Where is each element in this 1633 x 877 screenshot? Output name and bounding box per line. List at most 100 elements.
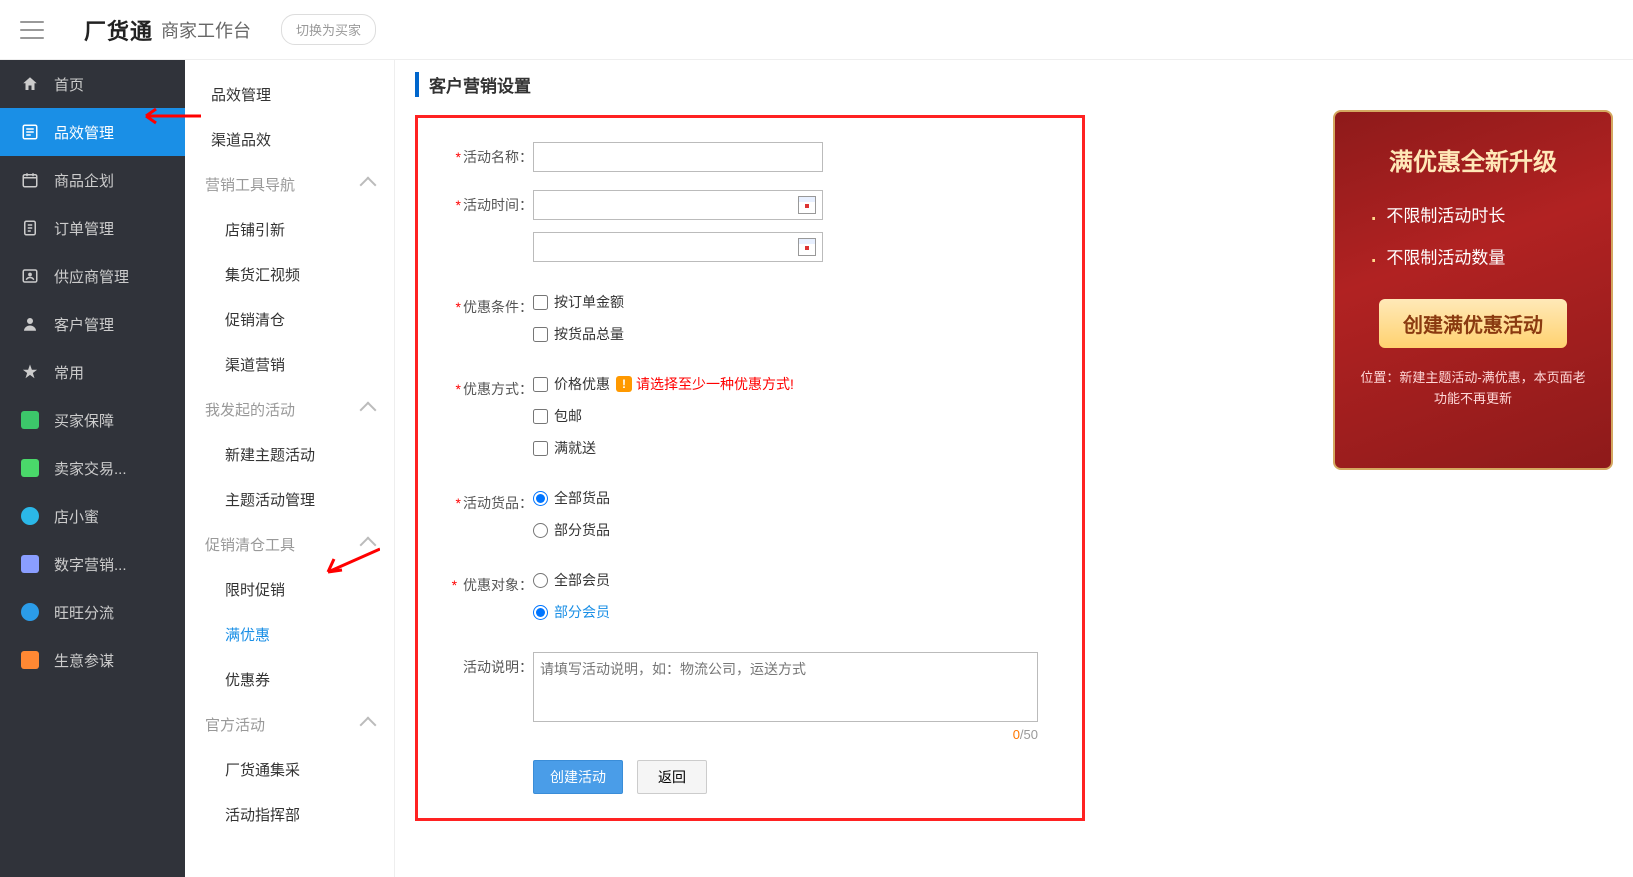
sec-child-item[interactable]: 限时促销 bbox=[185, 567, 394, 612]
sec-child-item[interactable]: 新建主题活动 bbox=[185, 432, 394, 477]
cond-opt1-label: 按订单金额 bbox=[554, 292, 624, 312]
activity-name-input[interactable] bbox=[533, 142, 823, 172]
method-price-checkbox[interactable] bbox=[533, 377, 548, 392]
nav-item-business-ref[interactable]: 生意参谋 bbox=[0, 636, 185, 684]
cond-order-amount-checkbox[interactable] bbox=[533, 295, 548, 310]
method-free-ship-checkbox[interactable] bbox=[533, 409, 548, 424]
sec-group-header[interactable]: 营销工具导航 bbox=[185, 162, 394, 207]
sec-child-item[interactable]: 厂货通集采 bbox=[185, 747, 394, 792]
target-opt2-label[interactable]: 部分会员 bbox=[554, 602, 610, 622]
sec-child-item[interactable]: 渠道营销 bbox=[185, 342, 394, 387]
goods-opt2-label: 部分货品 bbox=[554, 520, 610, 540]
promo-title: 满优惠全新升级 bbox=[1359, 142, 1587, 177]
sec-child-item[interactable]: 活动指挥部 bbox=[185, 792, 394, 837]
nav-item-order[interactable]: 订单管理 bbox=[0, 204, 185, 252]
chevron-up-icon bbox=[360, 401, 377, 418]
goods-all-radio[interactable] bbox=[533, 491, 548, 506]
nav-label: 买家保障 bbox=[54, 410, 114, 431]
back-button[interactable]: 返回 bbox=[637, 760, 707, 794]
menu-toggle-icon[interactable] bbox=[20, 21, 44, 39]
sec-group-header[interactable]: 促销清仓工具 bbox=[185, 522, 394, 567]
nav-item-wangwang[interactable]: 旺旺分流 bbox=[0, 588, 185, 636]
nav-item-product-effect[interactable]: 品效管理 bbox=[0, 108, 185, 156]
target-opt1-label: 全部会员 bbox=[554, 570, 610, 590]
sec-group-header[interactable]: 我发起的活动 bbox=[185, 387, 394, 432]
chevron-up-icon bbox=[360, 716, 377, 733]
method-error-text: 请选择至少一种优惠方式! bbox=[636, 374, 794, 394]
nav-label: 供应商管理 bbox=[54, 266, 129, 287]
nav-label: 常用 bbox=[54, 362, 84, 383]
nav-label: 数字营销... bbox=[54, 554, 127, 575]
promo-bullet: 不限制活动数量 bbox=[1369, 243, 1587, 275]
promo-create-button[interactable]: 创建满优惠活动 bbox=[1379, 299, 1567, 348]
supplier-icon bbox=[20, 266, 40, 286]
promo-banner: 满优惠全新升级 不限制活动时长不限制活动数量 创建满优惠活动 位置：新建主题活动… bbox=[1333, 110, 1613, 470]
campaign-form: *活动名称： *活动时间： *优惠条件： 按订单金额 按货品总量 *优惠方式： bbox=[415, 115, 1085, 821]
sec-child-item[interactable]: 优惠券 bbox=[185, 657, 394, 702]
sec-item[interactable]: 渠道品效 bbox=[185, 117, 394, 162]
target-partial-radio[interactable] bbox=[533, 605, 548, 620]
wangwang-icon bbox=[20, 602, 40, 622]
main-content: 客户营销设置 *活动名称： *活动时间： *优惠条件： 按订单金额 按货品总量 bbox=[395, 60, 1633, 877]
product-plan-icon bbox=[20, 170, 40, 190]
method-opt3-label: 满就送 bbox=[554, 438, 596, 458]
buyer-guarantee-icon bbox=[20, 410, 40, 430]
cond-opt2-label: 按货品总量 bbox=[554, 324, 624, 344]
goods-opt1-label: 全部货品 bbox=[554, 488, 610, 508]
method-gift-checkbox[interactable] bbox=[533, 441, 548, 456]
home-icon bbox=[20, 74, 40, 94]
sec-item[interactable]: 品效管理 bbox=[185, 72, 394, 117]
nav-item-customer[interactable]: 客户管理 bbox=[0, 300, 185, 348]
nav-item-digital-marketing[interactable]: 数字营销... bbox=[0, 540, 185, 588]
sec-child-item[interactable]: 满优惠 bbox=[185, 612, 394, 657]
sec-child-item[interactable]: 促销清仓 bbox=[185, 297, 394, 342]
nav-item-buyer-guarantee[interactable]: 买家保障 bbox=[0, 396, 185, 444]
nav-item-seller-trade[interactable]: 卖家交易... bbox=[0, 444, 185, 492]
nav-label: 店小蜜 bbox=[54, 506, 99, 527]
field-label-method: 优惠方式： bbox=[463, 381, 533, 397]
field-label-target: 优惠对象： bbox=[463, 577, 533, 593]
nav-item-supplier[interactable]: 供应商管理 bbox=[0, 252, 185, 300]
customer-icon bbox=[20, 314, 40, 334]
switch-buyer-button[interactable]: 切换为买家 bbox=[281, 14, 376, 45]
promo-note: 位置：新建主题活动-满优惠，本页面老功能不再更新 bbox=[1359, 368, 1587, 410]
sec-group-header[interactable]: 官方活动 bbox=[185, 702, 394, 747]
sec-child-item[interactable]: 集货汇视频 bbox=[185, 252, 394, 297]
chevron-up-icon bbox=[360, 176, 377, 193]
start-date-input[interactable] bbox=[533, 190, 823, 220]
target-all-radio[interactable] bbox=[533, 573, 548, 588]
create-activity-button[interactable]: 创建活动 bbox=[533, 760, 623, 794]
shop-assist-icon bbox=[20, 506, 40, 526]
goods-partial-radio[interactable] bbox=[533, 523, 548, 538]
end-date-input[interactable] bbox=[533, 232, 823, 262]
nav-item-home[interactable]: 首页 bbox=[0, 60, 185, 108]
activity-desc-textarea[interactable] bbox=[533, 652, 1038, 722]
nav-item-product-plan[interactable]: 商品企划 bbox=[0, 156, 185, 204]
section-title: 客户营销设置 bbox=[415, 72, 1613, 97]
sidebar-primary: 首页品效管理商品企划订单管理供应商管理客户管理常用买家保障卖家交易... 店小蜜数… bbox=[0, 60, 185, 877]
business-ref-icon bbox=[20, 650, 40, 670]
favorite-icon bbox=[20, 362, 40, 382]
sec-child-item[interactable]: 主题活动管理 bbox=[185, 477, 394, 522]
field-label-goods: 活动货品： bbox=[463, 495, 533, 511]
method-opt2-label: 包邮 bbox=[554, 406, 582, 426]
promo-bullet: 不限制活动时长 bbox=[1369, 201, 1587, 233]
cond-goods-total-checkbox[interactable] bbox=[533, 327, 548, 342]
nav-item-favorite[interactable]: 常用 bbox=[0, 348, 185, 396]
field-label-time: 活动时间： bbox=[463, 197, 533, 213]
method-opt1-label: 价格优惠 bbox=[554, 374, 610, 394]
nav-item-shop-assist[interactable]: 店小蜜 bbox=[0, 492, 185, 540]
field-label-name: 活动名称： bbox=[463, 149, 533, 165]
sec-child-item[interactable]: 店铺引新 bbox=[185, 207, 394, 252]
nav-label: 首页 bbox=[54, 74, 84, 95]
header: 厂货通 商家工作台 切换为买家 bbox=[0, 0, 1633, 60]
field-label-condition: 优惠条件： bbox=[463, 299, 533, 315]
order-icon bbox=[20, 218, 40, 238]
logo: 厂货通 bbox=[84, 14, 153, 46]
calendar-icon bbox=[798, 238, 816, 256]
warning-icon: ! bbox=[616, 376, 632, 392]
sidebar-secondary: 品效管理渠道品效营销工具导航店铺引新集货汇视频促销清仓渠道营销我发起的活动新建主… bbox=[185, 60, 395, 877]
nav-label: 商品企划 bbox=[54, 170, 114, 191]
nav-label: 客户管理 bbox=[54, 314, 114, 335]
nav-label: 生意参谋 bbox=[54, 650, 114, 671]
